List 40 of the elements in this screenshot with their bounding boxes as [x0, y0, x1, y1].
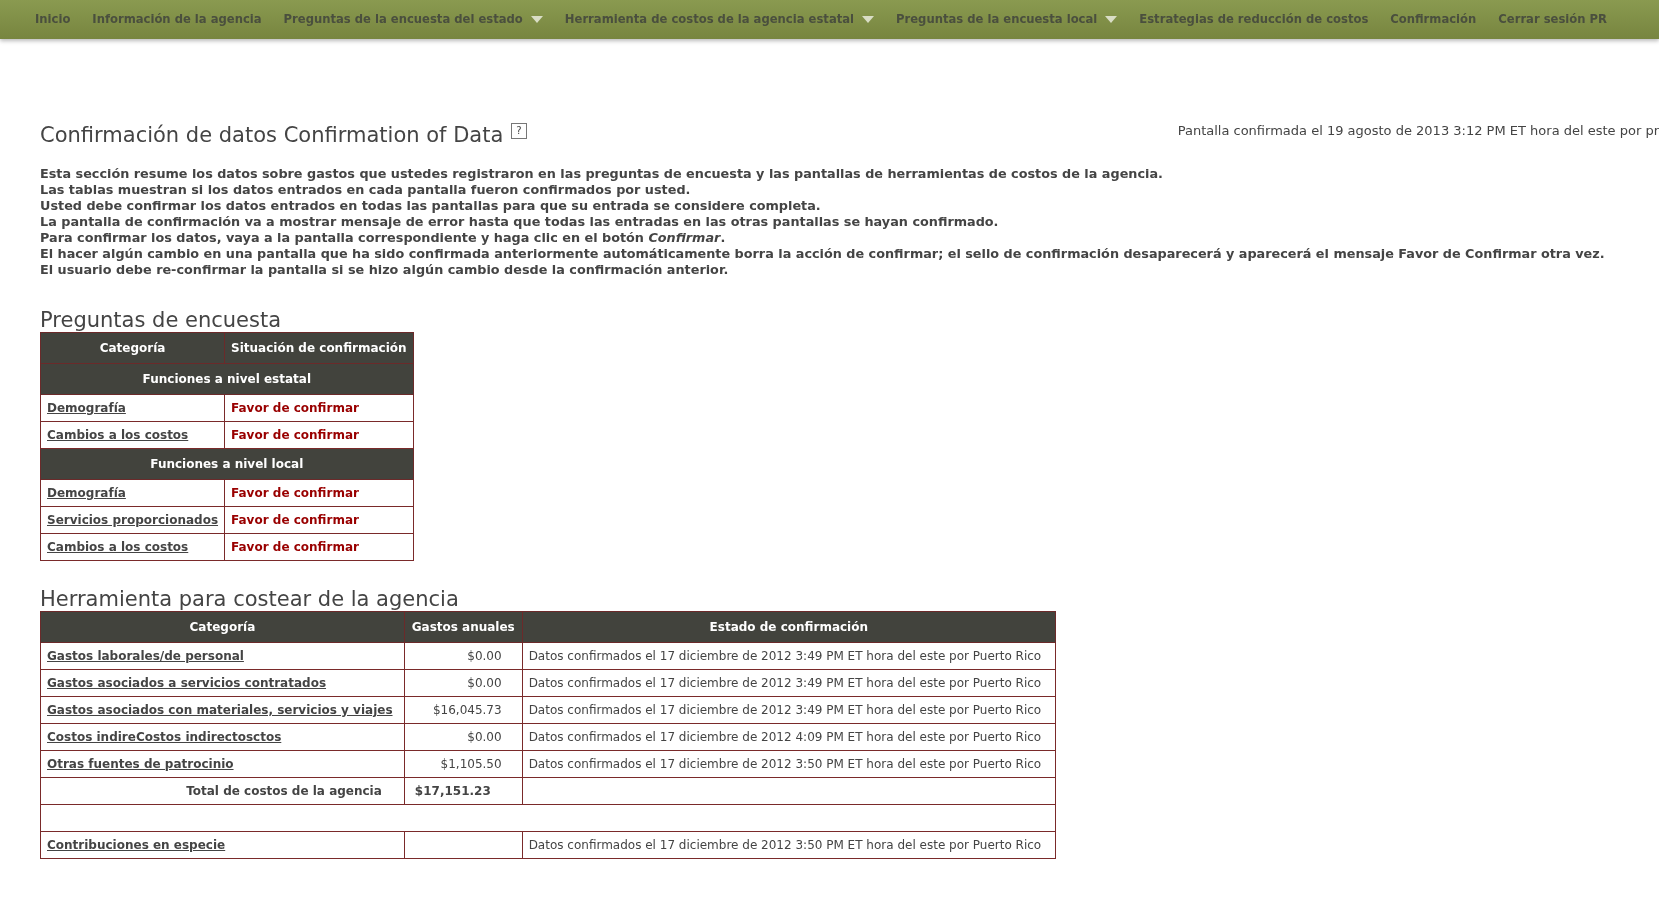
group-header: Funciones a nivel local [40, 448, 414, 480]
caret-icon [862, 16, 875, 23]
column-header: Categoría [40, 611, 405, 643]
intro-text: Esta sección resume los datos sobre gastos que ustedes registraron en las preguntas de encuesta y las pantallas de herramientas de costos de la agencia. [40, 166, 1164, 183]
status-cell: Datos confirmados el 17 diciembre de 2012 3:50 PM ET hora del este por Puerto Rico [522, 831, 1056, 859]
help-button[interactable]: ? [511, 123, 527, 139]
status-cell: Favor de confirmar [224, 533, 414, 561]
confirmation-note: Pantalla confirmada el 19 agosto de 2013 3:12 PM ET hora del este por pr [1177, 122, 1659, 140]
total-label: Total de costos de la agencia [40, 777, 405, 805]
column-header: Estado de confirmación [522, 611, 1056, 643]
status-cell: Favor de confirmar [224, 421, 414, 449]
section-heading: Preguntas de encuesta [40, 308, 283, 333]
intro-text: El usuario debe re-confirmar la pantalla si se hizo algún cambio desde la confirmación anterior. [40, 262, 730, 279]
amount-cell: $0.00 [404, 723, 523, 751]
intro-text: La pantalla de confirmación va a mostrar mensaje de error hasta que todas las entradas en las otras pantallas se hayan confirmado. [40, 214, 1000, 231]
page-title: Confirmación de datos Confirmation of Data [40, 123, 504, 149]
caret-icon [530, 16, 543, 23]
intro-text: El hacer algún cambio en una pantalla que ha sido confirmada anteriormente automáticamente borra la acción de confirmar; el sello de confirmación desaparecerá y aparecerá el mensaje Favor de Confirmar otra vez. [40, 246, 1606, 263]
status-cell: Datos confirmados el 17 diciembre de 2012 3:49 PM ET hora del este por Puerto Rico [522, 642, 1056, 670]
section-heading: Herramienta para costear de la agencia [40, 587, 460, 612]
amount-cell: $1,105.50 [404, 750, 523, 778]
total-amount: $17,151.23 [404, 777, 523, 805]
status-cell: Datos confirmados el 17 diciembre de 2012 3:49 PM ET hora del este por Puerto Rico [522, 669, 1056, 697]
status-cell: Datos confirmados el 17 diciembre de 2012 3:49 PM ET hora del este por Puerto Rico [522, 696, 1056, 724]
amount-cell: $0.00 [404, 642, 523, 670]
status-cell: Favor de confirmar [224, 479, 414, 507]
status-cell: Favor de confirmar [224, 394, 414, 422]
column-header: Situación de confirmación [224, 332, 414, 364]
intro-text: Usted debe confirmar los datos entrados en todas las pantallas para que su entrada se considere completa. [40, 198, 822, 215]
intro-text: Las tablas muestran si los datos entrados en cada pantalla fueron confirmados por usted. [40, 182, 692, 199]
caret-icon [1105, 16, 1118, 23]
status-cell: Favor de confirmar [224, 506, 414, 534]
group-header: Funciones a nivel estatal [40, 363, 414, 395]
column-header: Categoría [40, 332, 225, 364]
status-cell: Datos confirmados el 17 diciembre de 2012 4:09 PM ET hora del este por Puerto Rico [522, 723, 1056, 751]
amount-cell: $16,045.73 [404, 696, 523, 724]
status-cell: Datos confirmados el 17 diciembre de 2012 3:50 PM ET hora del este por Puerto Rico [522, 750, 1056, 778]
column-header: Gastos anuales [404, 611, 523, 643]
amount-cell: $0.00 [404, 669, 523, 697]
intro-text: Para confirmar los datos, vaya a la pantalla correspondiente y haga clic en el botón Confirmar. [40, 230, 727, 247]
